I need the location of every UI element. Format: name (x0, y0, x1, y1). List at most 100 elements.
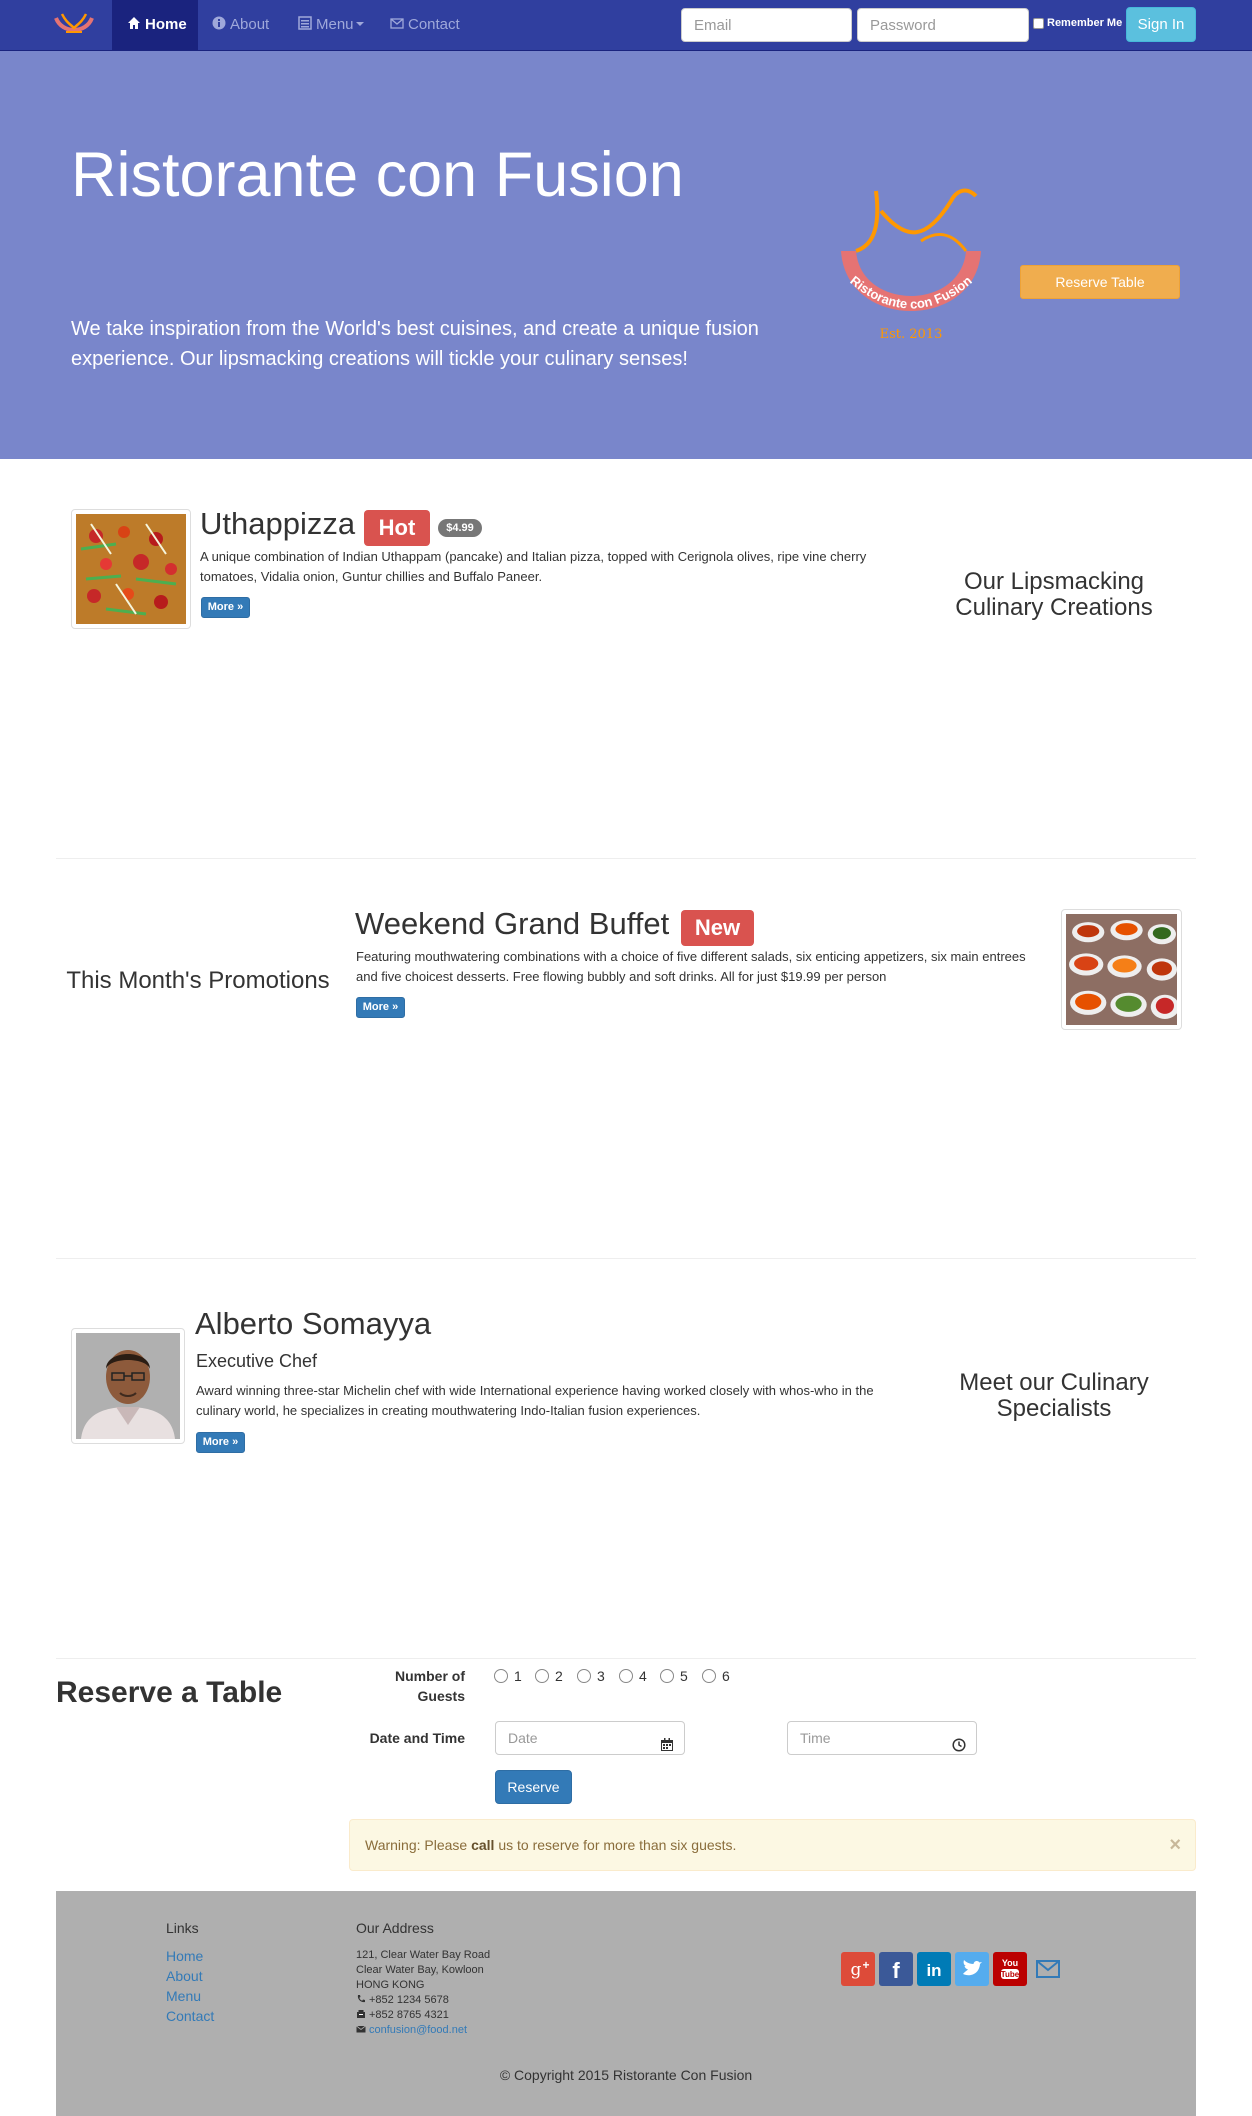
dish-section-heading: Our Lipsmacking Culinary Creations (955, 568, 1153, 621)
chef-photo (71, 1328, 185, 1444)
checkbox-icon[interactable] (1033, 17, 1044, 29)
uthappizza-image (71, 509, 191, 629)
navbar: Home About Menu Contact Remember Me Sign… (0, 0, 1252, 51)
footer-link-about[interactable]: About (166, 1968, 203, 1984)
jumbotron-description: We take inspiration from the World's bes… (71, 318, 759, 370)
radio-icon[interactable] (660, 1669, 674, 1683)
price-badge: $4.99 (438, 519, 482, 537)
envelope-icon[interactable] (1036, 1959, 1060, 1979)
sign-in-button[interactable]: Sign In (1126, 7, 1196, 42)
restaurant-logo: Ristorante con Fusion Est. 2013 (826, 171, 996, 346)
restaurant-title: Ristorante con Fusion (71, 140, 684, 210)
hot-badge: Hot (364, 510, 430, 546)
section-divider (56, 858, 1196, 859)
svg-text:in: in (926, 1961, 941, 1980)
radio-icon[interactable] (702, 1669, 716, 1683)
svg-text:Est. 2013: Est. 2013 (880, 327, 943, 342)
close-icon[interactable]: × (1169, 1820, 1181, 1870)
email-input[interactable] (681, 8, 852, 42)
promotion-description: Featuring mouthwatering combinations wit… (356, 949, 1026, 984)
guests-option-label: 3 (597, 1668, 605, 1684)
nav-contact-label: Contact (408, 16, 460, 33)
nav-about[interactable]: About (212, 0, 269, 50)
twitter-icon[interactable] (955, 1952, 989, 1986)
google-plus-icon[interactable]: g + (841, 1952, 875, 1986)
time-input[interactable]: Time (787, 1721, 977, 1755)
radio-icon[interactable] (577, 1669, 591, 1683)
address-line: Clear Water Bay, Kowloon (356, 1964, 484, 1976)
warning-prefix: Warning: Please (365, 1837, 468, 1853)
guests-radio-2[interactable]: 2 (535, 1668, 563, 1684)
reserve-table-button[interactable]: Reserve Table (1020, 265, 1180, 299)
date-input[interactable]: Date (495, 1721, 685, 1755)
remember-me-checkbox[interactable]: Remember Me (1033, 17, 1122, 29)
guests-radio-3[interactable]: 3 (577, 1668, 605, 1684)
guests-radio-1[interactable]: 1 (494, 1668, 522, 1684)
footer-address-heading: Our Address (356, 1920, 434, 1936)
dish-description: A unique combination of Indian Uthappam … (200, 549, 867, 584)
address-line: HONG KONG (356, 1979, 425, 1991)
chef-description: Award winning three-star Michelin chef w… (196, 1383, 874, 1418)
address-line: 121, Clear Water Bay Road (356, 1949, 491, 1961)
chef-name: Alberto Somayya (195, 1306, 432, 1341)
nav-home-label: Home (145, 16, 187, 33)
guests-option-label: 2 (555, 1668, 563, 1684)
remember-me-label: Remember Me (1047, 17, 1123, 29)
guests-option-label: 6 (722, 1668, 730, 1684)
jumbotron: Ristorante con Fusion We take inspiratio… (0, 51, 1252, 459)
envelope-icon (390, 1, 404, 29)
facebook-icon[interactable]: f (879, 1952, 913, 1986)
info-icon (212, 1, 226, 30)
footer-link-home[interactable]: Home (166, 1948, 203, 1964)
buffet-image (1061, 909, 1182, 1030)
guests-option-label: 5 (680, 1668, 688, 1684)
footer-link-contact[interactable]: Contact (166, 2008, 214, 2024)
warning-suffix: us to reserve for more than six guests. (498, 1837, 737, 1853)
guests-radio-5[interactable]: 5 (660, 1668, 688, 1684)
chef-more-button[interactable]: More » (196, 1432, 245, 1453)
nav-home[interactable]: Home (112, 0, 198, 50)
radio-icon[interactable] (535, 1669, 549, 1683)
footer-link-menu[interactable]: Menu (166, 1988, 201, 2004)
caret-down-icon (355, 22, 364, 26)
phone-number: +852 1234 5678 (369, 1994, 449, 2006)
nav-contact[interactable]: Contact (390, 0, 460, 50)
email-link[interactable]: confusion@food.net (369, 2024, 467, 2036)
dish-name: Uthappizza (200, 506, 356, 541)
section-divider (56, 1258, 1196, 1259)
fax-number: +852 8765 4321 (369, 2009, 449, 2021)
chef-role: Executive Chef (196, 1351, 318, 1371)
phone-line: +852 1234 5678 (356, 1993, 449, 2008)
dish-more-button[interactable]: More » (201, 597, 250, 618)
footer: Links Home About Menu Contact Our Addres… (56, 1891, 1196, 2116)
reserve-table-heading: Reserve a Table (56, 1676, 283, 1709)
nav-menu-dropdown[interactable]: Menu (298, 0, 364, 50)
svg-text:You: You (1002, 1958, 1018, 1968)
warning-alert: Warning: Please call us to reserve for m… (349, 1819, 1196, 1871)
linkedin-icon[interactable]: in (917, 1952, 951, 1986)
promotion-more-button[interactable]: More » (356, 997, 405, 1018)
password-input[interactable] (857, 8, 1029, 42)
home-icon (127, 1, 141, 29)
list-icon (298, 1, 312, 30)
radio-icon[interactable] (494, 1669, 508, 1683)
reserve-submit-button[interactable]: Reserve (495, 1770, 572, 1804)
svg-text:+: + (862, 1958, 869, 1972)
footer-links-heading: Links (166, 1920, 199, 1936)
nav-menu-label: Menu (316, 16, 354, 33)
radio-icon[interactable] (619, 1669, 633, 1683)
svg-text:g: g (851, 1960, 862, 1980)
guests-option-label: 4 (639, 1668, 647, 1684)
section-divider (56, 1658, 1196, 1659)
guests-radio-6[interactable]: 6 (702, 1668, 730, 1684)
brand-logo-icon[interactable] (52, 8, 96, 42)
promotion-name: Weekend Grand Buffet (355, 906, 670, 941)
youtube-icon[interactable]: You Tube (993, 1952, 1027, 1986)
calendar-icon (660, 1731, 674, 1751)
guests-radio-4[interactable]: 4 (619, 1668, 647, 1684)
guests-label: Number of Guests (395, 1668, 465, 1704)
copyright: © Copyright 2015 Ristorante Con Fusion (499, 2067, 753, 2083)
datetime-label: Date and Time (369, 1730, 465, 1746)
date-placeholder: Date (508, 1730, 538, 1746)
chef-section-heading: Meet our Culinary Specialists (959, 1369, 1149, 1422)
